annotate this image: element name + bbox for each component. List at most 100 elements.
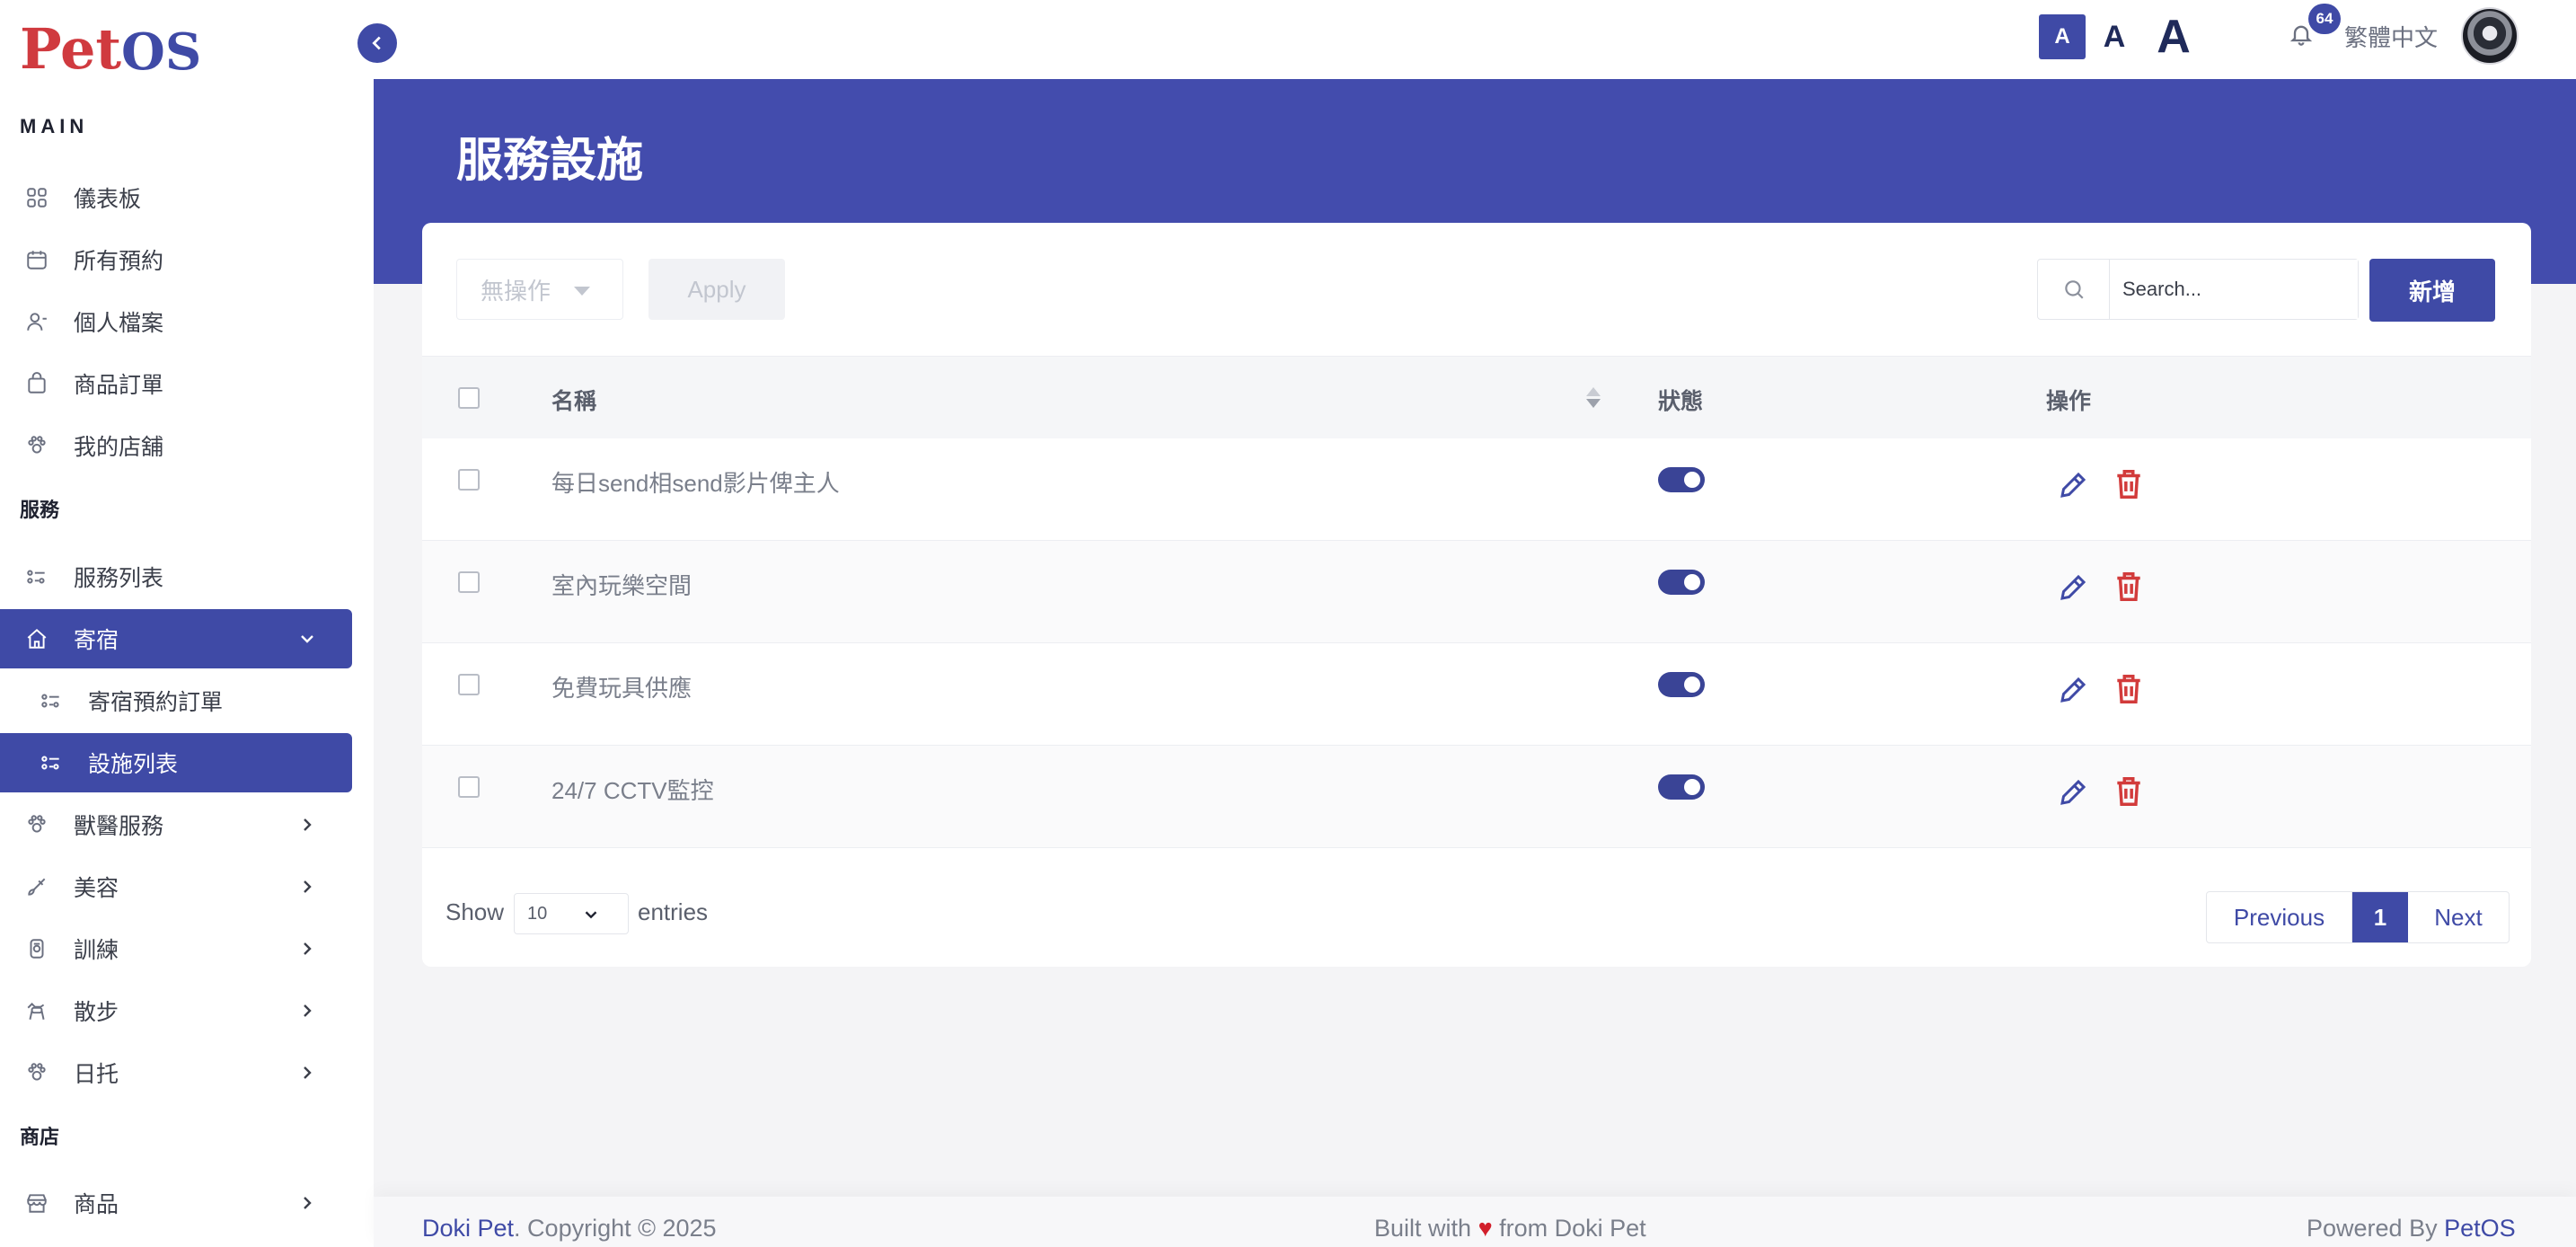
grid-icon xyxy=(25,186,49,209)
paw-icon xyxy=(25,813,49,836)
list-icon xyxy=(40,689,63,712)
footer-powered-by: Powered By PetOS xyxy=(2307,1215,2516,1242)
show-label: Show xyxy=(446,898,505,925)
add-facility-button[interactable]: 新增 xyxy=(2369,259,2495,322)
trash-icon[interactable] xyxy=(2114,570,2143,604)
sidebar-item-walking[interactable]: 散步 xyxy=(0,981,352,1040)
facility-name: 24/7 CCTV監控 xyxy=(551,777,714,804)
next-page-button[interactable]: Next xyxy=(2408,892,2509,942)
chevron-right-icon xyxy=(296,1062,318,1083)
section-title-services: 服務 xyxy=(20,499,60,521)
sidebar-item-daycare[interactable]: 日托 xyxy=(0,1043,352,1102)
facility-table-card: 無操作 Apply 新增 名稱 狀態 操作 每日send相send影片俾主人 室… xyxy=(422,223,2531,967)
column-header-name[interactable]: 名稱 xyxy=(551,384,596,416)
dog-walk-icon xyxy=(25,999,49,1022)
sidebar-item-label: 日托 xyxy=(74,1062,119,1087)
footer-copyright: Doki Pet. Copyright © 2025 xyxy=(422,1215,717,1242)
chevron-right-icon xyxy=(296,1192,318,1214)
sidebar-item-my-shop[interactable]: 我的店舖 xyxy=(0,416,352,475)
page-title: 服務設施 xyxy=(456,135,644,187)
footer-petos-link[interactable]: PetOS xyxy=(2444,1215,2516,1242)
font-size-small-button[interactable]: A xyxy=(2039,14,2086,59)
sidebar-item-label: 我的店舖 xyxy=(74,435,164,460)
page-1-button[interactable]: 1 xyxy=(2352,892,2408,942)
trash-icon[interactable] xyxy=(2114,672,2143,706)
sidebar-item-label: 訓練 xyxy=(74,938,119,963)
sidebar-item-facility-list[interactable]: 設施列表 xyxy=(0,733,352,792)
sidebar-item-label: 所有預約 xyxy=(74,249,164,274)
user-icon xyxy=(25,310,49,333)
edit-icon[interactable] xyxy=(2057,571,2089,604)
sidebar-item-label: 散步 xyxy=(74,1000,119,1025)
notification-badge: 64 xyxy=(2308,4,2341,34)
search-icon xyxy=(2038,260,2110,319)
sidebar-item-training[interactable]: 訓練 xyxy=(0,919,352,978)
footer-built-with: Built with ♥ from Doki Pet xyxy=(1374,1215,1646,1242)
sort-icon[interactable] xyxy=(1586,387,1601,414)
table-row: 每日send相send影片俾主人 xyxy=(422,438,2531,541)
trash-icon[interactable] xyxy=(2114,774,2143,809)
apply-button[interactable]: Apply xyxy=(648,259,785,320)
sidebar-item-dashboard[interactable]: 儀表板 xyxy=(0,168,352,227)
font-size-medium-button[interactable]: A xyxy=(2093,14,2136,59)
sidebar-item-vet-services[interactable]: 獸醫服務 xyxy=(0,795,352,854)
status-toggle[interactable] xyxy=(1658,570,1705,595)
chevron-left-icon xyxy=(372,36,381,50)
sidebar-item-service-list[interactable]: 服務列表 xyxy=(0,547,352,606)
row-checkbox[interactable] xyxy=(458,776,480,798)
edit-icon[interactable] xyxy=(2057,469,2089,501)
font-size-large-button[interactable]: A xyxy=(2147,11,2201,63)
sidebar-item-label: 儀表板 xyxy=(74,187,142,212)
page-size-select[interactable]: 10 xyxy=(514,893,629,934)
status-toggle[interactable] xyxy=(1658,467,1705,492)
trash-icon[interactable] xyxy=(2114,467,2143,501)
sidebar-item-all-bookings[interactable]: 所有預約 xyxy=(0,230,352,289)
row-checkbox[interactable] xyxy=(458,571,480,593)
search-box xyxy=(2037,259,2359,320)
sidebar-item-label: 個人檔案 xyxy=(74,311,164,336)
edit-icon[interactable] xyxy=(2057,776,2089,809)
sidebar-item-label: 寄宿 xyxy=(74,628,119,653)
list-icon xyxy=(40,751,63,774)
sidebar-item-boarding-orders[interactable]: 寄宿預約訂單 xyxy=(0,671,352,730)
sidebar-item-label: 寄宿預約訂單 xyxy=(88,690,224,715)
sidebar-item-products[interactable]: 商品 xyxy=(0,1173,352,1233)
sidebar-item-boarding[interactable]: 寄宿 xyxy=(0,609,352,668)
edit-icon[interactable] xyxy=(2057,674,2089,706)
column-header-status: 狀態 xyxy=(1658,389,1704,414)
sidebar-item-profile[interactable]: 個人檔案 xyxy=(0,292,352,351)
avatar[interactable] xyxy=(2461,7,2519,65)
chevron-right-icon xyxy=(296,876,318,898)
row-checkbox[interactable] xyxy=(458,674,480,695)
page-size-value: 10 xyxy=(527,903,548,924)
sidebar-item-label: 服務列表 xyxy=(74,566,164,591)
sidebar-collapse-button[interactable] xyxy=(357,23,397,63)
entries-label: entries xyxy=(638,898,709,925)
row-checkbox[interactable] xyxy=(458,469,480,491)
chevron-down-icon xyxy=(581,905,601,924)
footer-brand-link[interactable]: Doki Pet xyxy=(422,1215,514,1242)
store-icon xyxy=(25,1191,49,1215)
chevron-right-icon xyxy=(296,1000,318,1021)
petos-logo[interactable]: Pet OS xyxy=(20,18,201,78)
sidebar-item-grooming[interactable]: 美容 xyxy=(0,857,352,916)
sidebar-item-label: 設施列表 xyxy=(88,752,179,777)
table-row: 24/7 CCTV監控 xyxy=(422,746,2531,848)
topbar xyxy=(374,0,2576,79)
status-toggle[interactable] xyxy=(1658,672,1705,697)
facility-name: 室內玩樂空間 xyxy=(551,572,693,599)
paw-icon xyxy=(25,1061,49,1084)
language-selector[interactable]: 繁體中文 xyxy=(2344,20,2438,53)
previous-page-button[interactable]: Previous xyxy=(2207,892,2352,942)
search-input[interactable] xyxy=(2110,260,2358,319)
status-toggle[interactable] xyxy=(1658,774,1705,800)
facility-name: 免費玩具供應 xyxy=(551,675,693,702)
caret-down-icon xyxy=(574,287,590,296)
chevron-down-icon xyxy=(296,628,318,650)
chevron-right-icon xyxy=(296,938,318,960)
bulk-action-select[interactable]: 無操作 xyxy=(456,259,623,320)
sidebar-item-product-orders[interactable]: 商品訂單 xyxy=(0,354,352,413)
select-all-checkbox[interactable] xyxy=(458,387,480,409)
heart-icon: ♥ xyxy=(1478,1215,1493,1242)
medal-icon xyxy=(25,937,49,960)
